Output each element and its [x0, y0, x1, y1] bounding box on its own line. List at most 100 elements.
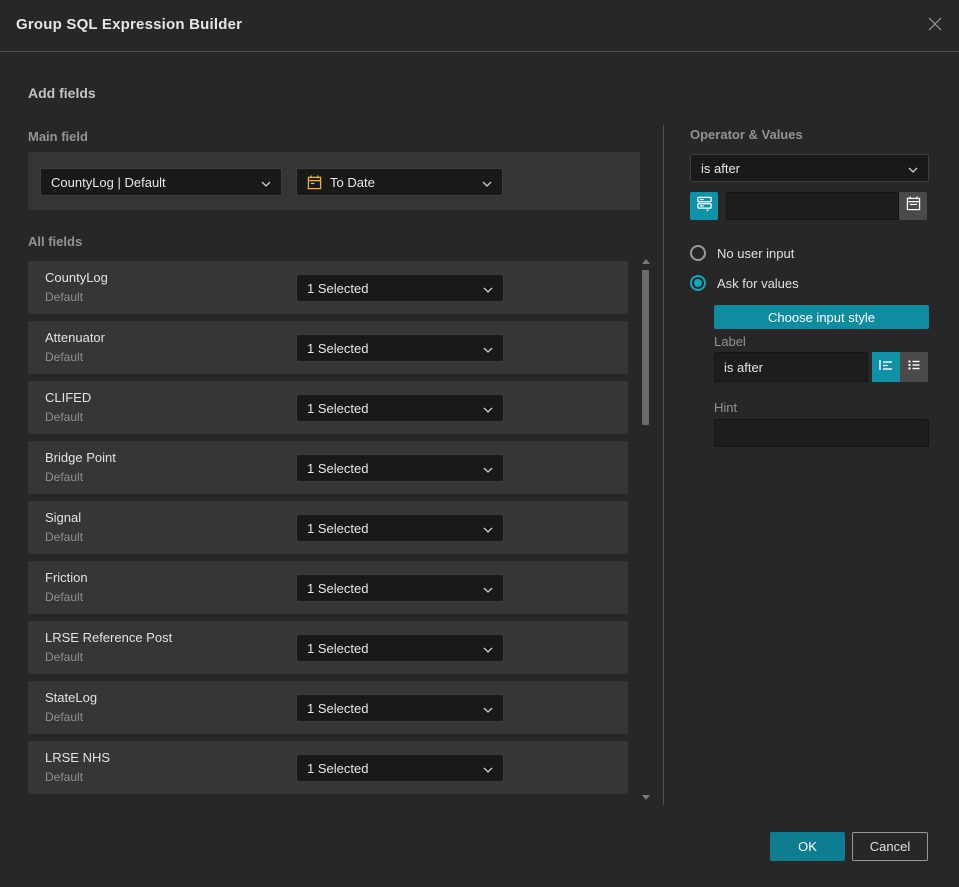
field-subtitle: Default [45, 410, 84, 424]
field-subtitle: Default [45, 290, 84, 304]
chevron-down-icon [483, 401, 493, 416]
chevron-down-icon [483, 281, 493, 296]
unique-values-icon [696, 195, 713, 217]
chevron-down-icon [482, 175, 492, 190]
cancel-button[interactable]: Cancel [852, 832, 928, 861]
field-selected-value: 1 Selected [307, 580, 369, 596]
field-subtitle: Default [45, 350, 84, 364]
field-selected-dropdown[interactable]: 1 Selected [296, 694, 504, 722]
close-button[interactable] [925, 16, 945, 36]
close-icon [927, 16, 943, 37]
field-subtitle: Default [45, 710, 84, 724]
field-name: Bridge Point [45, 450, 116, 465]
field-name: Attenuator [45, 330, 105, 345]
unique-values-button[interactable] [690, 192, 718, 220]
value-input[interactable] [726, 192, 899, 220]
field-selected-dropdown[interactable]: 1 Selected [296, 394, 504, 422]
date-picker-button[interactable] [899, 192, 927, 220]
field-selected-dropdown[interactable]: 1 Selected [296, 274, 504, 302]
chevron-down-icon [483, 641, 493, 656]
radio-icon [690, 245, 706, 261]
dialog-header: Group SQL Expression Builder [0, 0, 959, 52]
field-row: CountyLog Default 1 Selected [28, 261, 628, 314]
field-row: Bridge Point Default 1 Selected [28, 441, 628, 494]
field-selected-value: 1 Selected [307, 400, 369, 416]
field-row: StateLog Default 1 Selected [28, 681, 628, 734]
field-row: LRSE NHS Default 1 Selected [28, 741, 628, 794]
field-row: Friction Default 1 Selected [28, 561, 628, 614]
field-subtitle: Default [45, 650, 84, 664]
main-field-select[interactable]: CountyLog | Default [40, 168, 282, 196]
operator-select[interactable]: is after [690, 154, 929, 182]
operator-select-value: is after [701, 160, 741, 176]
field-name: Friction [45, 570, 88, 585]
field-selected-dropdown[interactable]: 1 Selected [296, 454, 504, 482]
chevron-down-icon [483, 461, 493, 476]
label-input[interactable] [714, 352, 868, 382]
field-selected-dropdown[interactable]: 1 Selected [296, 754, 504, 782]
ok-button[interactable]: OK [770, 832, 845, 861]
field-selected-value: 1 Selected [307, 520, 369, 536]
textbox-style-icon [878, 357, 894, 378]
radio-ask-for-values[interactable]: Ask for values [690, 275, 799, 291]
field-subtitle: Default [45, 530, 84, 544]
chevron-down-icon [483, 341, 493, 356]
list-style-icon [906, 357, 922, 378]
field-name: LRSE Reference Post [45, 630, 173, 645]
field-selected-dropdown[interactable]: 1 Selected [296, 334, 504, 362]
chevron-down-icon [483, 581, 493, 596]
scrollbar-down-arrow-icon[interactable] [642, 795, 650, 800]
field-selected-value: 1 Selected [307, 640, 369, 656]
field-selected-value: 1 Selected [307, 280, 369, 296]
field-selected-value: 1 Selected [307, 700, 369, 716]
scrollbar-up-arrow-icon[interactable] [642, 259, 650, 264]
field-selected-value: 1 Selected [307, 460, 369, 476]
field-row: CLIFED Default 1 Selected [28, 381, 628, 434]
calendar-icon [307, 174, 322, 190]
main-field-heading: Main field [28, 129, 88, 144]
main-field-date-value: To Date [330, 174, 375, 190]
hint-input[interactable] [714, 419, 929, 447]
field-subtitle: Default [45, 590, 84, 604]
field-name: CountyLog [45, 270, 108, 285]
field-row: Attenuator Default 1 Selected [28, 321, 628, 374]
add-fields-heading: Add fields [28, 85, 96, 101]
radio-ask-for-values-label: Ask for values [717, 275, 799, 291]
field-selected-dropdown[interactable]: 1 Selected [296, 514, 504, 542]
calendar-picker-icon [906, 196, 921, 216]
field-row: Signal Default 1 Selected [28, 501, 628, 554]
radio-selected-icon [690, 275, 706, 291]
field-name: CLIFED [45, 390, 92, 405]
panel-divider [663, 125, 664, 805]
group-sql-expression-builder-dialog: Group SQL Expression Builder Add fields … [0, 0, 959, 887]
radio-no-user-input[interactable]: No user input [690, 245, 794, 261]
input-style-toggle-group [872, 352, 928, 382]
radio-no-user-input-label: No user input [717, 245, 795, 261]
field-selected-dropdown[interactable]: 1 Selected [296, 574, 504, 602]
main-field-select-value: CountyLog | Default [51, 174, 166, 190]
field-name: LRSE NHS [45, 750, 111, 765]
field-name: StateLog [45, 690, 98, 705]
chevron-down-icon [908, 161, 918, 176]
field-subtitle: Default [45, 470, 84, 484]
list-scrollbar[interactable] [641, 257, 650, 802]
chevron-down-icon [261, 175, 271, 190]
chevron-down-icon [483, 521, 493, 536]
operator-values-heading: Operator & Values [690, 127, 803, 142]
list-style-button[interactable] [900, 352, 928, 382]
scrollbar-thumb[interactable] [642, 270, 649, 425]
all-fields-heading: All fields [28, 234, 83, 249]
textbox-style-button[interactable] [872, 352, 900, 382]
label-label: Label [714, 334, 746, 349]
choose-input-style-button[interactable]: Choose input style [714, 305, 929, 329]
hint-label: Hint [714, 400, 738, 415]
chevron-down-icon [483, 761, 493, 776]
main-field-date-select[interactable]: To Date [296, 168, 503, 196]
field-selected-dropdown[interactable]: 1 Selected [296, 634, 504, 662]
field-subtitle: Default [45, 770, 84, 784]
field-selected-value: 1 Selected [307, 760, 369, 776]
all-fields-list: CountyLog Default 1 Selected Attenuator … [28, 261, 628, 801]
dialog-title: Group SQL Expression Builder [16, 16, 243, 33]
main-field-container: CountyLog | Default To Date [28, 152, 640, 210]
field-selected-value: 1 Selected [307, 340, 369, 356]
